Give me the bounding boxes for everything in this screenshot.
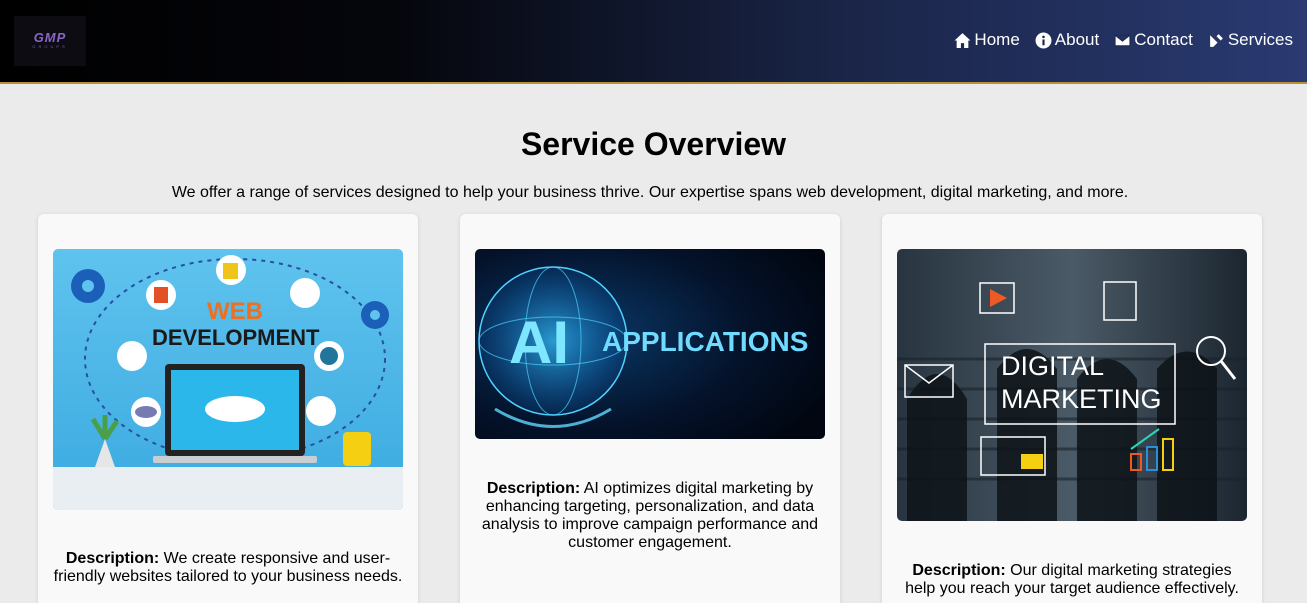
navbar: GMP GROUPS Home About Contact Services <box>0 0 1307 84</box>
ai-applications-description: Description: AI optimizes digital market… <box>475 480 825 552</box>
web-development-description: Description: We create responsive and us… <box>53 550 403 586</box>
description-label: Description: <box>65 550 160 567</box>
envelope-icon <box>1114 34 1131 46</box>
description-label: Description: <box>912 562 1006 579</box>
nav-services-link[interactable]: Services <box>1208 30 1293 50</box>
svg-text:DIGITAL: DIGITAL <box>1001 351 1104 381</box>
nav-services-label: Services <box>1227 30 1293 49</box>
nav-home-link[interactable]: Home <box>954 30 1020 50</box>
svg-text:MARKETING: MARKETING <box>1001 384 1162 414</box>
nav-about-link[interactable]: About <box>1035 30 1099 50</box>
brand-logo[interactable]: GMP GROUPS <box>14 16 86 66</box>
nav-contact-label: Contact <box>1134 30 1193 49</box>
svg-text:WEB: WEB <box>207 298 263 325</box>
home-icon <box>954 32 971 48</box>
svg-text:DEVELOPMENT: DEVELOPMENT <box>152 325 320 350</box>
service-card-digital-marketing: DIGITAL MARKETING Description: Our digit… <box>882 214 1262 603</box>
intro-text: We offer a range of services designed to… <box>171 184 1129 201</box>
main-nav: Home About Contact Services <box>954 30 1293 50</box>
digital-marketing-image: DIGITAL MARKETING <box>897 249 1247 521</box>
info-icon <box>1035 32 1052 48</box>
services-icon <box>1209 33 1223 47</box>
nav-about-label: About <box>1054 30 1100 49</box>
nav-home-label: Home <box>974 30 1020 49</box>
svg-text:AI: AI <box>509 309 569 376</box>
service-card-web-development: WEB DEVELOPMENT Description: We create r… <box>38 214 418 603</box>
page-title: Service Overview <box>520 126 787 162</box>
ai-applications-image: AI APPLICATIONS <box>475 249 825 439</box>
svg-text:APPLICATIONS: APPLICATIONS <box>602 326 808 357</box>
logo-subtext: GROUPS <box>32 44 68 49</box>
nav-contact-link[interactable]: Contact <box>1114 30 1193 50</box>
logo-mark: GMP <box>33 30 67 45</box>
digital-marketing-description: Description: Our digital marketing strat… <box>897 562 1247 598</box>
description-label: Description: <box>486 480 581 497</box>
service-card-ai-applications: AI APPLICATIONS Description: AI optimize… <box>460 214 840 603</box>
web-development-image: WEB DEVELOPMENT <box>53 249 403 510</box>
